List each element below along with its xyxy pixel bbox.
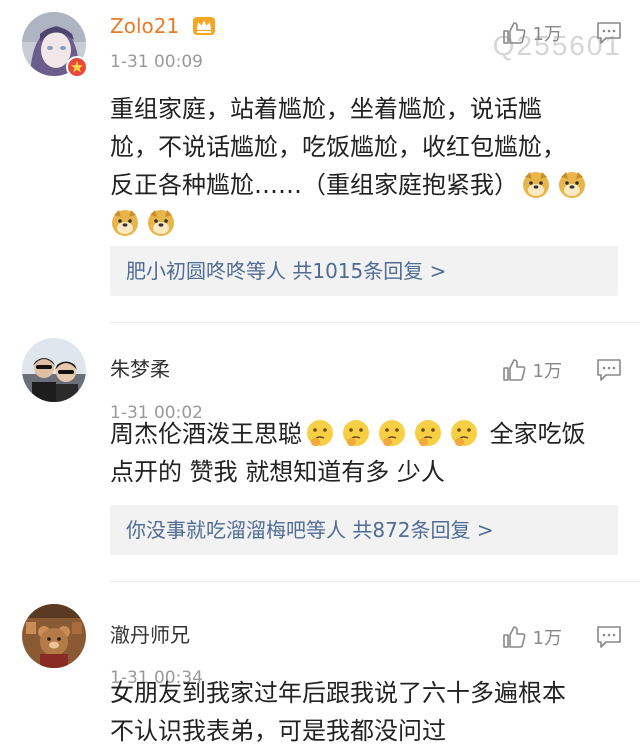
doge-emoji-icon <box>521 169 551 199</box>
comment-line: 反正各种尴尬……（重组家庭抱紧我） <box>110 166 610 204</box>
replies-link[interactable]: 肥小初圆咚咚等人 共1015条回复 > <box>110 246 618 296</box>
comment-item: 朱梦柔 1-31 00:02 1万 周杰伦酒泼王思聪 全家吃饭 点开的 赞我 就… <box>0 323 640 581</box>
comment-text: 女朋友到我家过年后跟我说了六十多遍根本 不认识我表弟，可是我都没问过 <box>110 674 610 750</box>
doge-emoji-icon <box>110 207 140 237</box>
thinking-emoji-icon <box>449 418 479 448</box>
comment-feed: Q255601 Zolo21 1-31 00:09 1万 重组家庭，站着尴尬，坐… <box>0 0 640 750</box>
comment-actions: 1万 <box>501 624 622 650</box>
reply-icon[interactable] <box>596 625 622 649</box>
doge-emoji-icon <box>557 169 587 199</box>
thinking-emoji-icon <box>341 418 371 448</box>
reply-icon[interactable] <box>596 21 622 45</box>
comment-actions: 1万 <box>501 20 622 46</box>
thumbs-up-icon <box>502 22 525 44</box>
username[interactable]: Zolo21 <box>110 14 179 38</box>
comment-text: 重组家庭，站着尴尬，坐着尴尬，说话尴 尬，不说话尴尬，吃饭尴尬，收红包尴尬， 反… <box>110 90 610 242</box>
comment-line: 不认识我表弟，可是我都没问过 <box>110 717 446 745</box>
like-count: 1万 <box>532 361 562 382</box>
comment-line: 尬，不说话尴尬，吃饭尴尬，收红包尴尬， <box>110 133 566 161</box>
comment-line: 周杰伦酒泼王思聪 全家吃饭 <box>110 418 586 448</box>
avatar[interactable] <box>22 604 86 668</box>
verified-badge-icon <box>66 56 88 78</box>
doge-emoji-icon <box>146 207 176 237</box>
comment-item: Zolo21 1-31 00:09 1万 重组家庭，站着尴尬，坐着尴尬，说话尴 … <box>0 0 640 322</box>
reply-icon[interactable] <box>596 358 622 382</box>
comment-line <box>110 204 610 242</box>
thinking-emoji-icon <box>413 418 443 448</box>
like-button[interactable]: 1万 <box>501 20 562 46</box>
replies-link[interactable]: 你没事就吃溜溜梅吧等人 共872条回复 > <box>110 505 618 555</box>
comment-line: 女朋友到我家过年后跟我说了六十多遍根本 <box>110 679 566 707</box>
username[interactable]: 澈丹师兄 <box>110 619 190 648</box>
thinking-emoji-icon <box>377 418 407 448</box>
like-count: 1万 <box>532 628 562 649</box>
vip-crown-icon <box>193 17 215 35</box>
like-button[interactable]: 1万 <box>501 624 562 650</box>
timestamp: 1-31 00:09 <box>110 52 203 72</box>
comment-line: 点开的 赞我 就想知道有多 少人 <box>110 458 445 486</box>
thinking-emoji-icon <box>305 418 335 448</box>
username[interactable]: 朱梦柔 <box>110 353 170 382</box>
comment-actions: 1万 <box>501 357 622 383</box>
like-button[interactable]: 1万 <box>501 357 562 383</box>
thumbs-up-icon <box>502 359 525 381</box>
avatar[interactable] <box>22 338 86 402</box>
like-count: 1万 <box>532 24 562 45</box>
thumbs-up-icon <box>502 626 525 648</box>
comment-line: 重组家庭，站着尴尬，坐着尴尬，说话尴 <box>110 95 542 123</box>
comment-item: 澈丹师兄 1-31 00:34 1万 女朋友到我家过年后跟我说了六十多遍根本 不… <box>0 582 640 750</box>
comment-text: 周杰伦酒泼王思聪 全家吃饭 点开的 赞我 就想知道有多 少人 <box>110 415 610 491</box>
